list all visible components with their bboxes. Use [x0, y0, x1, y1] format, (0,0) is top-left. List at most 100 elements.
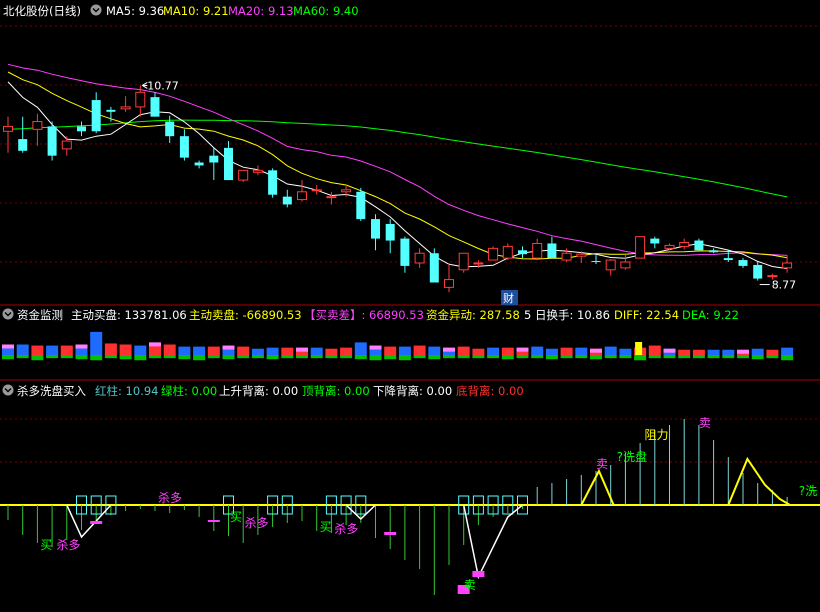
candle-body	[473, 262, 484, 265]
signal-tick	[90, 521, 103, 524]
candle-body	[664, 244, 675, 249]
candle-body	[179, 136, 189, 158]
sell-volume-bar	[457, 355, 470, 359]
finance-badge[interactable]: 财	[501, 290, 518, 305]
buy-volume-bar	[678, 349, 691, 355]
candle-body	[723, 258, 733, 261]
sell-volume-bar	[751, 355, 764, 360]
candle-body	[650, 238, 660, 244]
sell-volume-bar	[222, 355, 235, 360]
buy-volume-bar	[354, 342, 367, 355]
sell-volume-bar	[722, 355, 735, 359]
buy-volume-bar	[163, 344, 176, 355]
circle-chevron-down-icon[interactable]	[2, 308, 14, 320]
buy-volume-bar	[428, 346, 441, 355]
buy-volume-cap	[443, 347, 455, 352]
sell-volume-bar	[398, 355, 411, 361]
candle-body	[738, 260, 748, 266]
sell-volume-bar	[766, 355, 779, 359]
candle-body	[753, 264, 763, 279]
signal-tick	[384, 532, 397, 535]
circle-chevron-down-icon[interactable]	[2, 384, 14, 396]
sell-peak-line	[580, 468, 615, 506]
candle-body	[91, 100, 101, 132]
candle-body	[268, 170, 278, 195]
sell-volume-bar	[163, 355, 176, 359]
sell-volume-bar	[296, 355, 308, 359]
ma60-label: MA60: 9.40	[293, 4, 359, 18]
sell-volume-bar	[340, 355, 353, 359]
candle-body	[547, 243, 557, 259]
candle-body	[576, 253, 587, 257]
buy-volume-bar	[648, 345, 661, 355]
candle-body	[150, 97, 160, 117]
panel3-header: 杀多洗盘买入 红柱: 10.94 绿柱: 0.00 上升背离: 0.00 顶背离…	[2, 384, 524, 398]
candle-body	[502, 245, 513, 259]
sell-volume-bar	[178, 355, 191, 360]
buy-volume-bar	[340, 347, 353, 355]
panel1-header: 北化股份(日线) MA5: 9.36 MA10: 9.21 MA20: 9.13…	[3, 4, 359, 18]
candle-body	[444, 279, 454, 288]
sell-volume-bar	[251, 355, 264, 359]
fund-abnormal-bar	[635, 342, 643, 355]
candle-body	[106, 109, 116, 112]
sell-volume-bar	[60, 355, 73, 359]
sell-volume-bar	[237, 355, 250, 359]
sell-volume-bar	[281, 355, 294, 359]
sell-volume-bar	[590, 355, 602, 360]
buy-volume-bar	[560, 347, 573, 355]
candle-body	[135, 91, 146, 108]
sell-volume-bar	[2, 355, 14, 360]
candlestick-panel	[3, 63, 793, 293]
sell-volume-bar	[472, 355, 485, 359]
candle-body	[767, 275, 778, 278]
buy-volume-bar	[46, 345, 59, 355]
sell-volume-bar	[149, 355, 161, 359]
buy-volume-bar	[472, 348, 485, 355]
buy-volume-bar	[751, 348, 764, 355]
buy-volume-cap	[75, 344, 88, 349]
signal-annotation: ?洗盘	[617, 449, 647, 464]
candle-body	[532, 242, 543, 259]
buy-volume-bar	[457, 346, 470, 355]
sell-volume-bar	[487, 355, 500, 359]
candle-body	[311, 189, 322, 192]
candle-body	[282, 196, 292, 205]
candle-body	[371, 219, 380, 239]
ma10-line	[7, 71, 788, 260]
buy-volume-bar	[31, 345, 44, 355]
buy-volume-bar	[766, 349, 779, 355]
red-bar-label: 红柱: 10.94	[95, 384, 158, 398]
panel2-header: 资金监测 主动买盘: 133781.06 主动卖盘: -66890.53 【买卖…	[2, 308, 739, 322]
buy-volume-bar	[531, 346, 544, 355]
signal-annotation: 卖	[699, 416, 711, 430]
top-divergence-label: 顶背离: 0.00	[302, 384, 370, 398]
diff-value: DIFF: 22.54	[614, 308, 679, 322]
buy-volume-cap	[2, 344, 14, 349]
bottom-divergence-label: 底背离: 0.00	[456, 384, 524, 398]
panel2-name: 资金监测	[17, 308, 63, 322]
buy-volume-bar	[60, 345, 73, 355]
sell-volume-bar	[663, 355, 676, 359]
green-bar-label: 绿柱: 0.00	[161, 384, 217, 398]
candle-body	[782, 262, 793, 269]
low-price-marker: 8.77	[772, 279, 797, 292]
sell-volume-bar	[560, 355, 573, 359]
candle-body	[458, 252, 469, 271]
circle-chevron-down-icon[interactable]	[90, 4, 102, 16]
candle-body	[341, 189, 352, 193]
buy-volume-bar	[325, 348, 338, 355]
sell-volume-bar	[75, 355, 88, 360]
buy-volume-cap	[590, 348, 602, 353]
fund-abnormal-label: 资金异动: 287.58	[426, 308, 520, 322]
sell-volume-bar	[545, 355, 558, 360]
buy-volume-bar	[266, 347, 279, 355]
ma5-label: MA5: 9.36	[106, 4, 164, 18]
sell-volume-bar	[781, 355, 794, 361]
stock-chart[interactable]: 北化股份(日线) MA5: 9.36 MA10: 9.21 MA20: 9.13…	[0, 0, 820, 612]
candle-body	[3, 125, 13, 132]
buy-volume-bar	[90, 331, 103, 355]
ma20-line	[7, 63, 788, 256]
buy-volume-bar	[604, 346, 617, 355]
buy-volume-bar	[722, 349, 735, 355]
